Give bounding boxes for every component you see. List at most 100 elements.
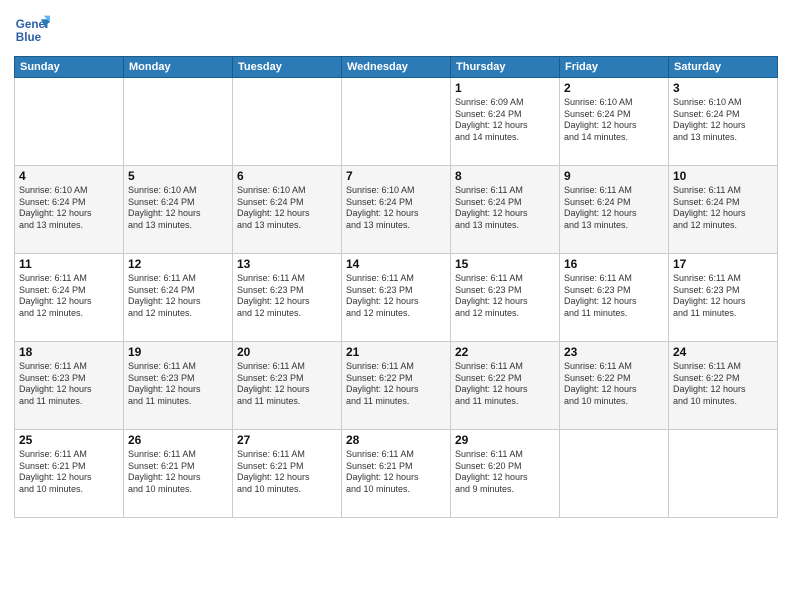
day-info: Sunrise: 6:11 AM Sunset: 6:24 PM Dayligh…	[19, 273, 119, 320]
day-info: Sunrise: 6:11 AM Sunset: 6:23 PM Dayligh…	[564, 273, 664, 320]
day-number: 10	[673, 169, 773, 183]
day-number: 21	[346, 345, 446, 359]
logo-icon: General Blue	[14, 12, 50, 48]
day-cell: 7 Sunrise: 6:10 AM Sunset: 6:24 PM Daylig…	[342, 166, 451, 254]
day-info: Sunrise: 6:11 AM Sunset: 6:23 PM Dayligh…	[346, 273, 446, 320]
day-cell	[669, 430, 778, 518]
day-cell: 21 Sunrise: 6:11 AM Sunset: 6:22 PM Dayli…	[342, 342, 451, 430]
day-number: 4	[19, 169, 119, 183]
day-info: Sunrise: 6:11 AM Sunset: 6:24 PM Dayligh…	[673, 185, 773, 232]
day-cell: 14Sunrise: 6:11 AM Sunset: 6:23 PM Dayli…	[342, 254, 451, 342]
page: General Blue SundayMondayTuesdayWednesda…	[0, 0, 792, 612]
day-cell	[560, 430, 669, 518]
day-header-thursday: Thursday	[451, 57, 560, 78]
day-cell: 12 Sunrise: 6:11 AM Sunset: 6:24 PM Dayli…	[124, 254, 233, 342]
header-row: SundayMondayTuesdayWednesdayThursdayFrid…	[15, 57, 778, 78]
day-info: Sunrise: 6:10 AM Sunset: 6:24 PM Dayligh…	[673, 97, 773, 144]
day-cell: 27 Sunrise: 6:11 AM Sunset: 6:21 PM Dayli…	[233, 430, 342, 518]
svg-text:Blue: Blue	[16, 31, 42, 44]
day-cell: 19Sunrise: 6:11 AM Sunset: 6:23 PM Dayli…	[124, 342, 233, 430]
day-info: Sunrise: 6:11 AM Sunset: 6:21 PM Dayligh…	[237, 449, 337, 496]
day-number: 17	[673, 257, 773, 271]
day-number: 18	[19, 345, 119, 359]
day-info: Sunrise: 6:11 AM Sunset: 6:20 PM Dayligh…	[455, 449, 555, 496]
day-number: 1	[455, 81, 555, 95]
day-info: Sunrise: 6:11 AM Sunset: 6:23 PM Dayligh…	[673, 273, 773, 320]
day-number: 28	[346, 433, 446, 447]
day-number: 8	[455, 169, 555, 183]
day-info: Sunrise: 6:11 AM Sunset: 6:23 PM Dayligh…	[237, 273, 337, 320]
day-cell: 23Sunrise: 6:11 AM Sunset: 6:22 PM Dayli…	[560, 342, 669, 430]
day-number: 7	[346, 169, 446, 183]
day-cell: 18 Sunrise: 6:11 AM Sunset: 6:23 PM Dayli…	[15, 342, 124, 430]
day-info: Sunrise: 6:10 AM Sunset: 6:24 PM Dayligh…	[346, 185, 446, 232]
day-cell	[342, 78, 451, 166]
day-number: 29	[455, 433, 555, 447]
day-cell: 11 Sunrise: 6:11 AM Sunset: 6:24 PM Dayli…	[15, 254, 124, 342]
day-cell: 8Sunrise: 6:11 AM Sunset: 6:24 PM Daylig…	[451, 166, 560, 254]
logo: General Blue	[14, 12, 50, 48]
day-number: 26	[128, 433, 228, 447]
day-cell: 6 Sunrise: 6:10 AM Sunset: 6:24 PM Daylig…	[233, 166, 342, 254]
day-number: 15	[455, 257, 555, 271]
day-cell: 9Sunrise: 6:11 AM Sunset: 6:24 PM Daylig…	[560, 166, 669, 254]
day-info: Sunrise: 6:11 AM Sunset: 6:23 PM Dayligh…	[455, 273, 555, 320]
day-cell: 22Sunrise: 6:11 AM Sunset: 6:22 PM Dayli…	[451, 342, 560, 430]
day-number: 3	[673, 81, 773, 95]
day-number: 23	[564, 345, 664, 359]
day-cell: 25 Sunrise: 6:11 AM Sunset: 6:21 PM Dayli…	[15, 430, 124, 518]
day-cell: 1 Sunrise: 6:09 AM Sunset: 6:24 PM Daylig…	[451, 78, 560, 166]
day-number: 27	[237, 433, 337, 447]
day-cell: 24 Sunrise: 6:11 AM Sunset: 6:22 PM Dayli…	[669, 342, 778, 430]
day-cell: 15 Sunrise: 6:11 AM Sunset: 6:23 PM Dayli…	[451, 254, 560, 342]
calendar-table: SundayMondayTuesdayWednesdayThursdayFrid…	[14, 56, 778, 518]
day-cell: 26 Sunrise: 6:11 AM Sunset: 6:21 PM Dayli…	[124, 430, 233, 518]
day-header-tuesday: Tuesday	[233, 57, 342, 78]
week-row-4: 25 Sunrise: 6:11 AM Sunset: 6:21 PM Dayli…	[15, 430, 778, 518]
day-number: 16	[564, 257, 664, 271]
day-number: 25	[19, 433, 119, 447]
day-number: 12	[128, 257, 228, 271]
header: General Blue	[14, 12, 778, 48]
day-number: 20	[237, 345, 337, 359]
day-header-friday: Friday	[560, 57, 669, 78]
day-number: 6	[237, 169, 337, 183]
day-cell: 16 Sunrise: 6:11 AM Sunset: 6:23 PM Dayli…	[560, 254, 669, 342]
day-cell: 10 Sunrise: 6:11 AM Sunset: 6:24 PM Dayli…	[669, 166, 778, 254]
day-number: 5	[128, 169, 228, 183]
day-number: 19	[128, 345, 228, 359]
day-info: Sunrise: 6:11 AM Sunset: 6:22 PM Dayligh…	[673, 361, 773, 408]
day-info: Sunrise: 6:10 AM Sunset: 6:24 PM Dayligh…	[237, 185, 337, 232]
day-cell: 3 Sunrise: 6:10 AM Sunset: 6:24 PM Daylig…	[669, 78, 778, 166]
week-row-0: 1 Sunrise: 6:09 AM Sunset: 6:24 PM Daylig…	[15, 78, 778, 166]
day-cell	[124, 78, 233, 166]
day-info: Sunrise: 6:11 AM Sunset: 6:21 PM Dayligh…	[19, 449, 119, 496]
day-info: Sunrise: 6:10 AM Sunset: 6:24 PM Dayligh…	[19, 185, 119, 232]
day-header-saturday: Saturday	[669, 57, 778, 78]
day-info: Sunrise: 6:11 AM Sunset: 6:21 PM Dayligh…	[128, 449, 228, 496]
day-info: Sunrise: 6:11 AM Sunset: 6:23 PM Dayligh…	[237, 361, 337, 408]
day-cell: 13Sunrise: 6:11 AM Sunset: 6:23 PM Dayli…	[233, 254, 342, 342]
day-cell: 4 Sunrise: 6:10 AM Sunset: 6:24 PM Daylig…	[15, 166, 124, 254]
day-cell: 17 Sunrise: 6:11 AM Sunset: 6:23 PM Dayli…	[669, 254, 778, 342]
day-info: Sunrise: 6:11 AM Sunset: 6:21 PM Dayligh…	[346, 449, 446, 496]
week-row-2: 11 Sunrise: 6:11 AM Sunset: 6:24 PM Dayli…	[15, 254, 778, 342]
day-number: 9	[564, 169, 664, 183]
day-cell: 28 Sunrise: 6:11 AM Sunset: 6:21 PM Dayli…	[342, 430, 451, 518]
day-info: Sunrise: 6:11 AM Sunset: 6:23 PM Dayligh…	[19, 361, 119, 408]
day-cell: 29 Sunrise: 6:11 AM Sunset: 6:20 PM Dayli…	[451, 430, 560, 518]
day-number: 11	[19, 257, 119, 271]
week-row-3: 18 Sunrise: 6:11 AM Sunset: 6:23 PM Dayli…	[15, 342, 778, 430]
day-header-wednesday: Wednesday	[342, 57, 451, 78]
day-cell: 2Sunrise: 6:10 AM Sunset: 6:24 PM Daylig…	[560, 78, 669, 166]
day-number: 24	[673, 345, 773, 359]
day-info: Sunrise: 6:09 AM Sunset: 6:24 PM Dayligh…	[455, 97, 555, 144]
day-info: Sunrise: 6:11 AM Sunset: 6:22 PM Dayligh…	[346, 361, 446, 408]
day-cell: 20 Sunrise: 6:11 AM Sunset: 6:23 PM Dayli…	[233, 342, 342, 430]
day-info: Sunrise: 6:10 AM Sunset: 6:24 PM Dayligh…	[128, 185, 228, 232]
day-header-monday: Monday	[124, 57, 233, 78]
day-info: Sunrise: 6:11 AM Sunset: 6:24 PM Dayligh…	[128, 273, 228, 320]
week-row-1: 4 Sunrise: 6:10 AM Sunset: 6:24 PM Daylig…	[15, 166, 778, 254]
day-header-sunday: Sunday	[15, 57, 124, 78]
day-cell	[15, 78, 124, 166]
